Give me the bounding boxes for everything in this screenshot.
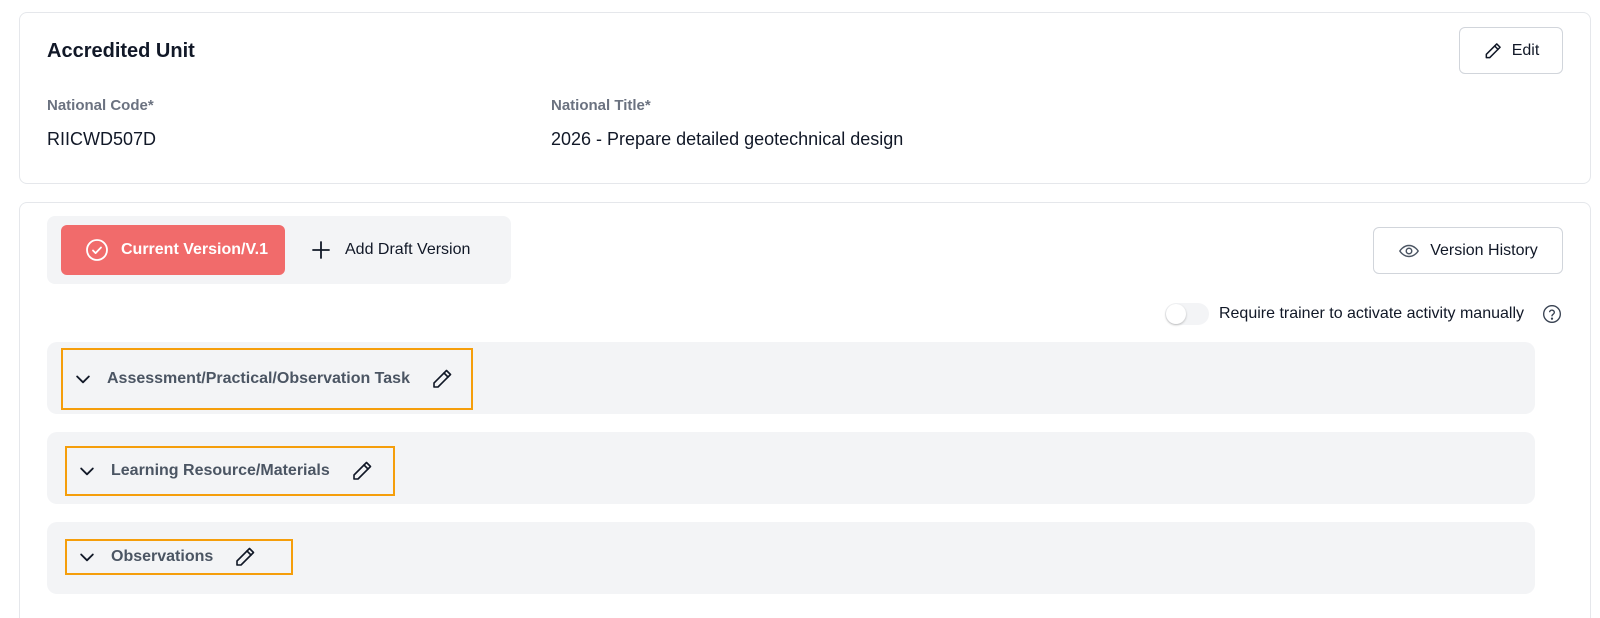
- section-observations: Observations: [47, 522, 1535, 594]
- pencil-icon[interactable]: [233, 545, 257, 569]
- section-header[interactable]: Assessment/Practical/Observation Task: [61, 348, 473, 410]
- national-code-value: RIICWD507D: [47, 129, 157, 149]
- current-version-label: Current Version/V.1: [121, 241, 269, 258]
- unit-details-card: Accredited Unit Edit National Code* RIIC…: [19, 12, 1591, 184]
- pencil-icon: [1483, 41, 1503, 61]
- check-circle-icon: [85, 238, 109, 262]
- add-draft-version-label: Add Draft Version: [345, 241, 471, 258]
- chevron-down-icon[interactable]: [73, 369, 93, 389]
- section-title: Learning Resource/Materials: [111, 462, 330, 479]
- section-header[interactable]: Learning Resource/Materials: [65, 446, 395, 496]
- edit-button-label: Edit: [1511, 41, 1540, 59]
- version-history-button[interactable]: Version History: [1373, 227, 1563, 274]
- pencil-icon[interactable]: [430, 367, 454, 391]
- section-assessment: Assessment/Practical/Observation Task: [47, 342, 1535, 414]
- manual-activation-toggle[interactable]: [1164, 303, 1209, 325]
- chevron-down-icon[interactable]: [77, 461, 97, 481]
- edit-button[interactable]: Edit: [1459, 27, 1563, 74]
- section-learning-resources: Learning Resource/Materials: [47, 432, 1535, 504]
- section-title: Observations: [111, 548, 214, 565]
- question-circle-icon[interactable]: [1542, 304, 1562, 324]
- section-title: Assessment/Practical/Observation Task: [107, 370, 410, 387]
- page-title: Accredited Unit: [47, 40, 195, 62]
- chevron-down-icon[interactable]: [77, 547, 97, 567]
- eye-icon: [1398, 240, 1420, 262]
- pencil-icon[interactable]: [350, 459, 374, 483]
- national-code-label: National Code*: [47, 97, 154, 114]
- version-tabs: Current Version/V.1 Add Draft Version: [47, 216, 511, 284]
- national-title-value: 2026 - Prepare detailed geotechnical des…: [551, 129, 904, 149]
- version-history-label: Version History: [1430, 241, 1538, 259]
- national-title-label: National Title*: [551, 97, 651, 114]
- manual-activation-label: Require trainer to activate activity man…: [1218, 305, 1524, 322]
- add-draft-version-button[interactable]: Add Draft Version: [309, 225, 470, 275]
- manual-activation-setting: Require trainer to activate activity man…: [1164, 302, 1562, 326]
- toggle-knob: [1165, 304, 1186, 324]
- plus-icon: [309, 238, 333, 262]
- versions-card: Current Version/V.1 Add Draft Version Ve…: [19, 202, 1591, 618]
- section-header[interactable]: Observations: [65, 539, 293, 575]
- current-version-tab[interactable]: Current Version/V.1: [61, 225, 285, 275]
